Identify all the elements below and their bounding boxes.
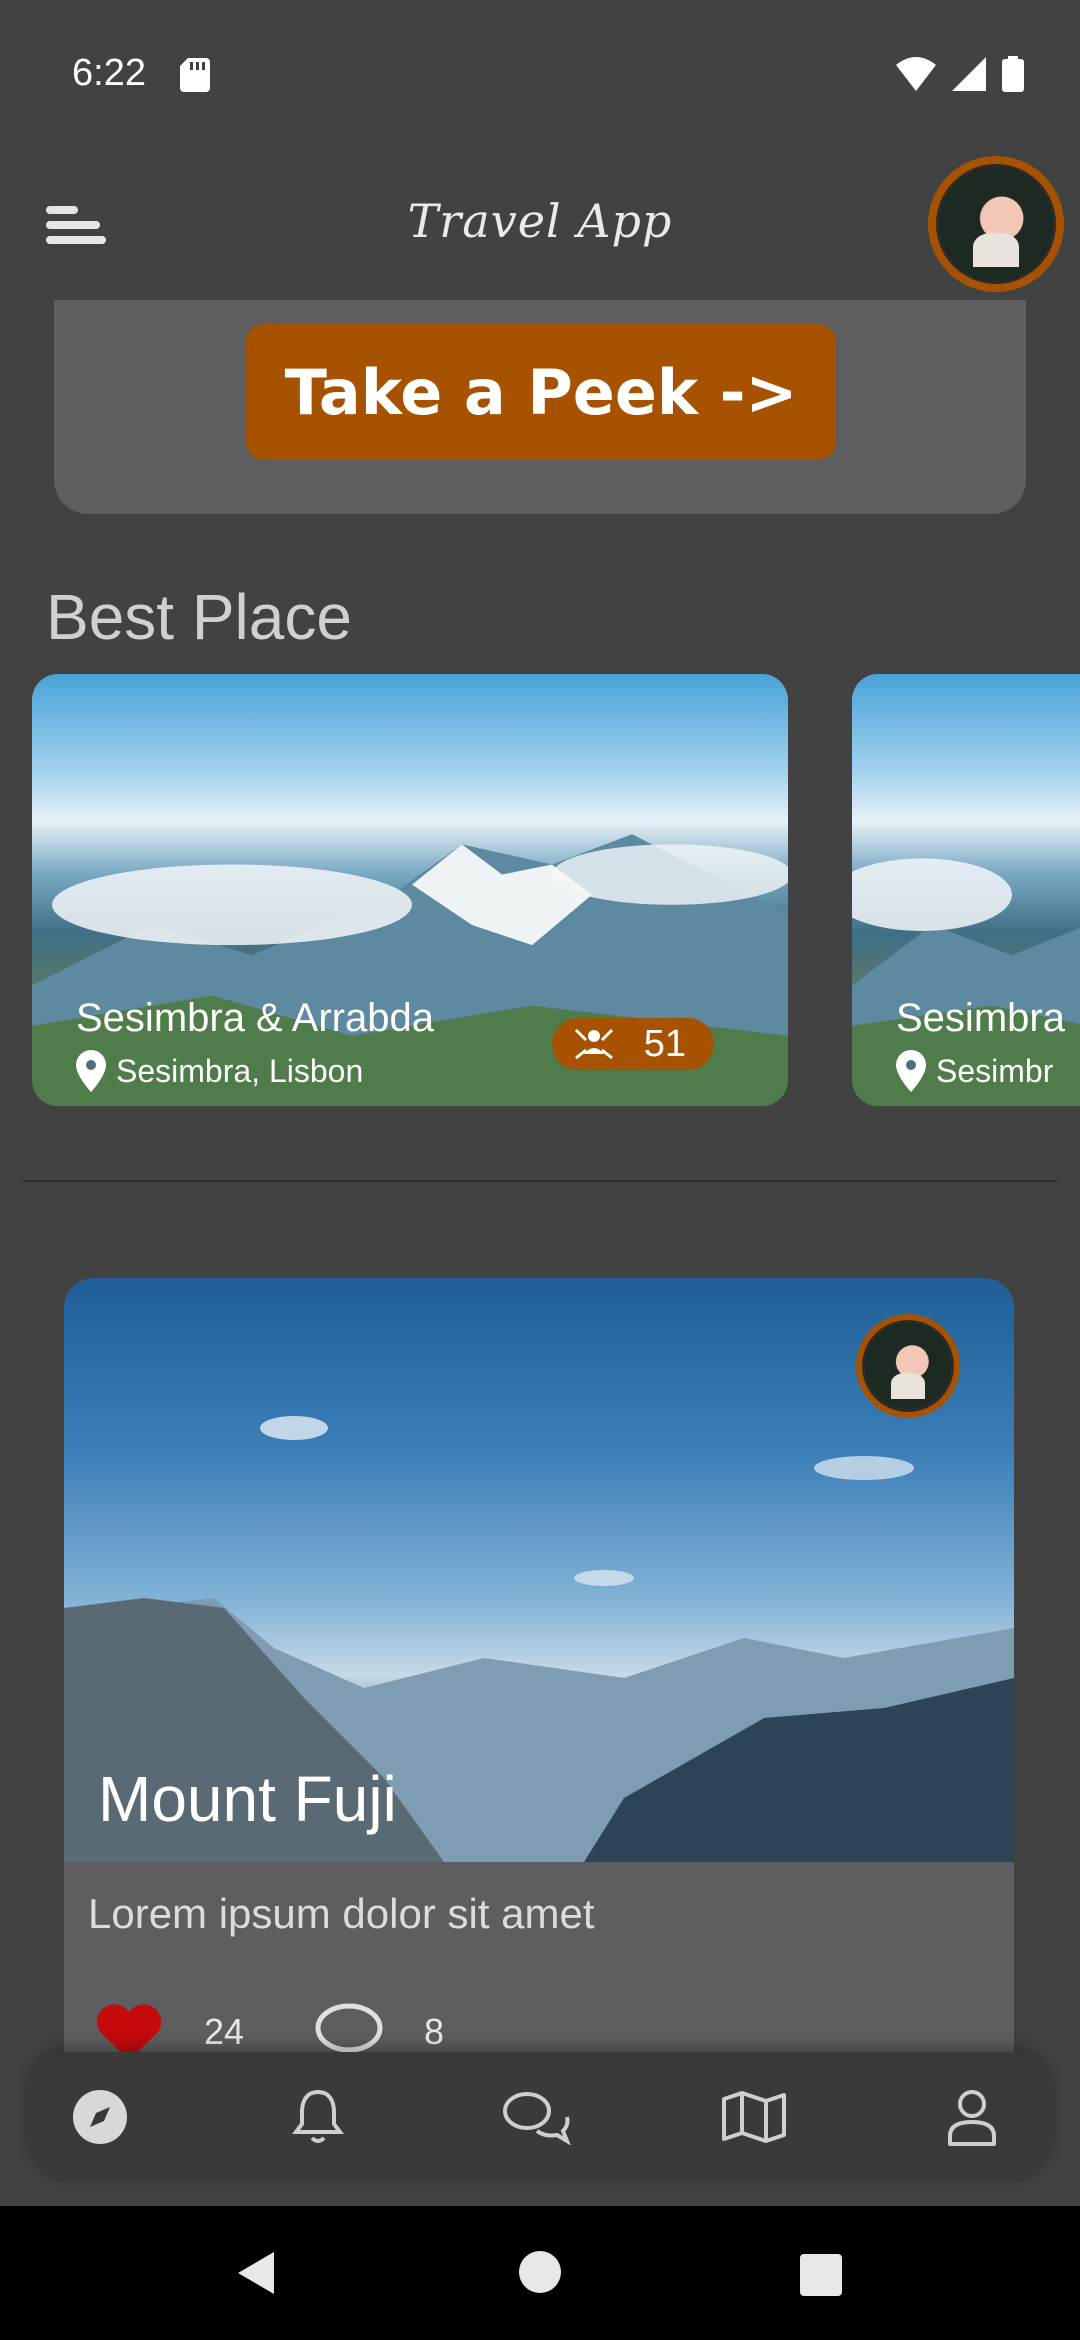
location-pin-icon — [76, 1050, 106, 1092]
nav-explore[interactable] — [60, 2077, 140, 2157]
place-location: Sesimbra, Lisbon — [76, 1050, 363, 1092]
nav-chat[interactable] — [496, 2077, 576, 2157]
wifi-icon — [896, 57, 936, 91]
bell-icon[interactable] — [292, 2088, 344, 2146]
recents-icon[interactable] — [800, 2254, 842, 2296]
profile-avatar[interactable] — [928, 156, 1064, 292]
take-a-peek-button[interactable]: Take a Peek -> — [246, 324, 836, 460]
nav-profile[interactable] — [932, 2077, 1012, 2157]
app-title: Travel App — [407, 194, 673, 248]
feature-body: Lorem ipsum dolor sit amet 24 8 — [64, 1862, 1014, 2078]
sd-card-icon — [180, 58, 210, 92]
app-bar: Travel App — [0, 150, 1080, 300]
comment-count: 8 — [424, 2011, 445, 2052]
location-pin-icon — [896, 1050, 926, 1092]
place-name: Sesimbra — [896, 996, 1065, 1040]
nav-map[interactable] — [714, 2077, 794, 2157]
status-bar: 6:22 — [0, 0, 1080, 150]
back-icon[interactable] — [236, 2250, 276, 2296]
chat-icon[interactable] — [501, 2089, 571, 2145]
avatar-photo — [936, 164, 1056, 284]
place-card[interactable]: Sesimbra Sesimbr — [852, 674, 1080, 1106]
signal-icon — [952, 57, 986, 91]
visitors-badge: 51 — [552, 1018, 714, 1070]
feature-card[interactable]: Mount Fuji Lorem ipsum dolor sit amet 24… — [64, 1278, 1014, 2078]
system-nav-bar — [0, 2206, 1080, 2340]
divider — [22, 1180, 1058, 1182]
feature-image: Mount Fuji — [64, 1278, 1014, 1862]
feature-description: Lorem ipsum dolor sit amet — [88, 1890, 595, 1937]
home-icon[interactable] — [518, 2250, 562, 2294]
place-location-text: Sesimbr — [936, 1052, 1054, 1089]
bottom-nav — [28, 2052, 1052, 2182]
best-place-title: Best Place — [46, 581, 352, 653]
explore-icon[interactable] — [72, 2089, 128, 2145]
battery-icon — [1002, 56, 1024, 92]
profile-icon[interactable] — [946, 2088, 998, 2146]
author-avatar[interactable] — [856, 1314, 960, 1418]
place-card[interactable]: Sesimbra & Arrabda Sesimbra, Lisbon 51 — [32, 674, 788, 1106]
nav-notifications[interactable] — [278, 2077, 358, 2157]
status-icons — [896, 56, 1024, 92]
place-location-text: Sesimbra, Lisbon — [116, 1052, 364, 1089]
place-location: Sesimbr — [896, 1050, 1053, 1092]
visitors-count: 51 — [643, 1022, 686, 1065]
promo-card: Take a Peek -> — [54, 300, 1026, 514]
place-name: Sesimbra & Arrabda — [76, 996, 434, 1040]
avatar-photo — [862, 1320, 954, 1412]
feature-title: Mount Fuji — [98, 1763, 397, 1835]
status-time: 6:22 — [72, 52, 146, 94]
like-count: 24 — [204, 2011, 245, 2052]
group-icon — [574, 1028, 614, 1060]
map-icon[interactable] — [722, 2091, 786, 2143]
